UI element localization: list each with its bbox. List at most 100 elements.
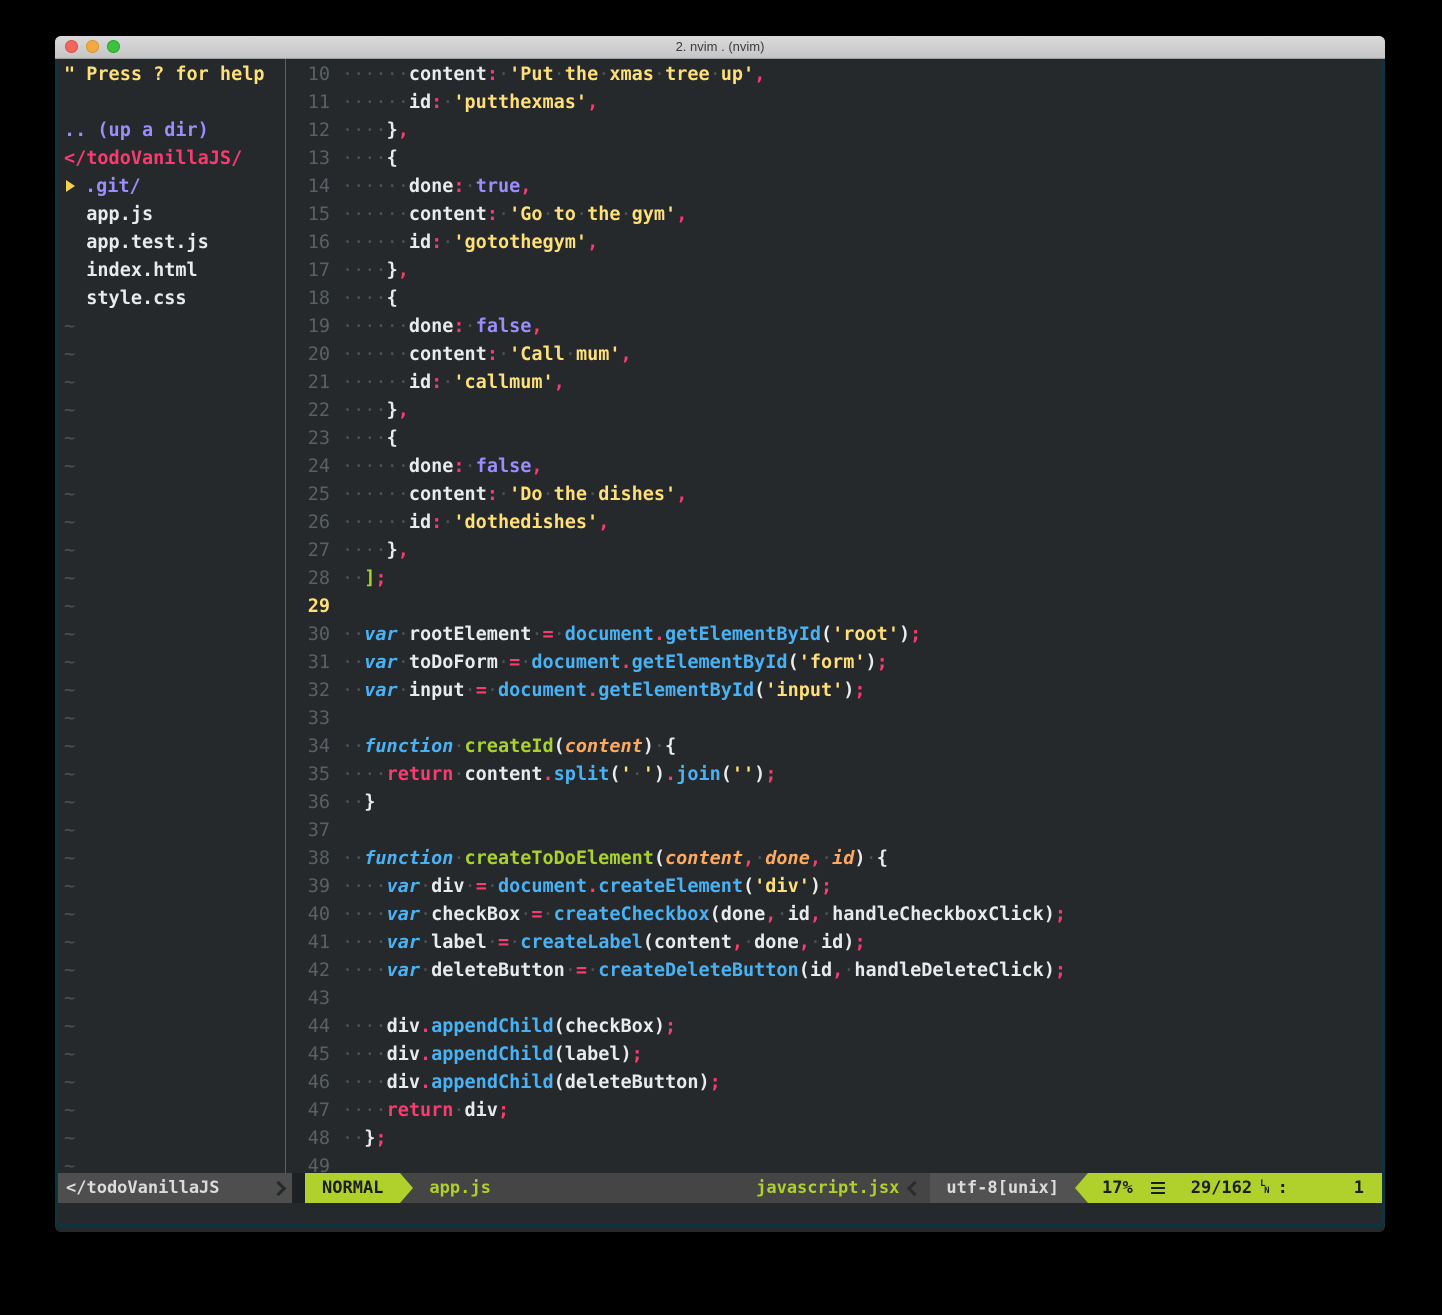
code-token: ······content [342, 344, 487, 365]
code-token: ······content [342, 484, 487, 505]
code-line[interactable]: 17····}, [286, 257, 1382, 285]
code-line[interactable]: 49 [286, 1153, 1382, 1173]
titlebar[interactable]: 2. nvim . (nvim) [55, 36, 1385, 59]
empty-line-tilde: ~ [64, 369, 285, 397]
code-line[interactable]: 27····}, [286, 537, 1382, 565]
code-token: getElementById [598, 680, 754, 701]
code-line[interactable]: 28··]; [286, 565, 1382, 593]
code-token: getElementById [632, 652, 788, 673]
nerdtree-file-app-test-js[interactable]: app.test.js [64, 229, 285, 257]
terminal-window: 2. nvim . (nvim) " Press ? for help .. (u… [55, 36, 1385, 1232]
code-area[interactable]: 10······content:·'Put·the·xmas·tree·up',… [286, 59, 1382, 1173]
code-line[interactable]: 46····div.appendChild(deleteButton); [286, 1069, 1382, 1097]
empty-line-tilde: ~ [64, 1013, 285, 1041]
code-line[interactable]: 39····var·div·=·document.createElement('… [286, 873, 1382, 901]
code-line[interactable]: 15······content:·'Go·to·the·gym', [286, 201, 1382, 229]
nerdtree-dir-git[interactable]: .git/ [64, 173, 285, 201]
code-line[interactable]: 40····var·checkBox·=·createCheckbox(done… [286, 901, 1382, 929]
code-line[interactable]: 42····var·deleteButton·=·createDeleteBut… [286, 957, 1382, 985]
empty-line-tilde: ~ [64, 509, 285, 537]
code-line[interactable]: 18····{ [286, 285, 1382, 313]
code-line[interactable]: 32··var·input·=·document.getElementById(… [286, 677, 1382, 705]
code-token: var [387, 876, 420, 897]
code-line[interactable]: 38··function·createToDoElement(content,·… [286, 845, 1382, 873]
code-line[interactable]: 45····div.appendChild(label); [286, 1041, 1382, 1069]
empty-line-tilde: ~ [64, 733, 285, 761]
code-line[interactable]: 33 [286, 705, 1382, 733]
sidebar-item-label: .git/ [85, 176, 141, 197]
code-line[interactable]: 19······done:·false, [286, 313, 1382, 341]
code-token: ) [843, 680, 854, 701]
code-token: = [476, 876, 487, 897]
code-token: return [387, 764, 454, 785]
code-line[interactable]: 34··function·createId(content)·{ [286, 733, 1382, 761]
nerdtree-file-style-css[interactable]: style.css [64, 285, 285, 313]
code-token: · [520, 652, 531, 673]
nerdtree-sidebar[interactable]: " Press ? for help .. (up a dir)</todoVan… [58, 59, 285, 1173]
code-line[interactable]: 14······done:·true, [286, 173, 1382, 201]
statusline-tree-path: </todoVanillaJS [66, 1173, 273, 1203]
line-number: 48 [286, 1125, 342, 1153]
code-line[interactable]: 12····}, [286, 117, 1382, 145]
code-line[interactable]: 20······content:·'Call·mum', [286, 341, 1382, 369]
nerdtree-file-index-html[interactable]: index.html [64, 257, 285, 285]
command-line[interactable] [55, 1203, 1385, 1227]
code-line[interactable]: 47····return·div; [286, 1097, 1382, 1125]
code-token: , [743, 848, 754, 869]
nerdtree-up-dir[interactable]: .. (up a dir) [64, 117, 285, 145]
code-token: : [453, 316, 464, 337]
code-token: ····div [342, 1016, 420, 1037]
code-line[interactable]: 37 [286, 817, 1382, 845]
code-token: ·false [465, 456, 532, 477]
code-token: . [654, 624, 665, 645]
cursor-line-of-total: 29/162 [1191, 1178, 1252, 1198]
code-line[interactable]: 23····{ [286, 425, 1382, 453]
code-token: ( [799, 960, 810, 981]
code-token: , [398, 540, 409, 561]
code-line[interactable]: 43 [286, 985, 1382, 1013]
code-token: , [676, 484, 687, 505]
code-token: ·'callmum' [442, 372, 553, 393]
code-token: createLabel [520, 932, 643, 953]
code-line[interactable]: 26······id:·'dothedishes', [286, 509, 1382, 537]
code-token: ; [665, 1016, 676, 1037]
scroll-percent: 17% [1102, 1178, 1133, 1198]
sidebar-item-label: " Press ? for help [64, 64, 264, 85]
dir-collapsed-arrow-icon[interactable] [66, 180, 75, 192]
code-line[interactable]: 44····div.appendChild(checkBox); [286, 1013, 1382, 1041]
code-line[interactable]: 31··var·toDoForm·=·document.getElementBy… [286, 649, 1382, 677]
code-token: ······id [342, 372, 431, 393]
code-line[interactable]: 16······id:·'gotothegym', [286, 229, 1382, 257]
sidebar-item-label: style.css [64, 288, 187, 309]
code-token: ; [910, 624, 921, 645]
code-token: deleteButton [565, 1072, 699, 1093]
code-token: ) [1044, 960, 1055, 981]
code-token: ( [754, 680, 765, 701]
code-line[interactable]: 24······done:·false, [286, 453, 1382, 481]
code-token: ···· [342, 904, 387, 925]
empty-line-tilde: ~ [64, 313, 285, 341]
code-line[interactable]: 35····return·content.split('·').join('')… [286, 761, 1382, 789]
code-token: : [431, 512, 442, 533]
code-line[interactable]: 41····var·label·=·createLabel(content,·d… [286, 929, 1382, 957]
code-line[interactable]: 36··} [286, 789, 1382, 817]
code-line[interactable]: 29 [286, 593, 1382, 621]
empty-line-tilde: ~ [64, 1125, 285, 1153]
nerdtree-root-path[interactable]: </todoVanillaJS/ [64, 145, 285, 173]
code-line[interactable]: 30··var·rootElement·=·document.getElemen… [286, 621, 1382, 649]
code-token: ) [899, 624, 910, 645]
code-line[interactable]: 25······content:·'Do·the·dishes', [286, 481, 1382, 509]
statusline: </todoVanillaJS NORMAL app.js javascript… [58, 1173, 1382, 1203]
nerdtree-file-app-js[interactable]: app.js [64, 201, 285, 229]
code-line[interactable]: 11······id:·'putthexmas', [286, 89, 1382, 117]
code-line[interactable]: 22····}, [286, 397, 1382, 425]
empty-line-tilde: ~ [64, 537, 285, 565]
code-token: ·content [453, 764, 542, 785]
code-line[interactable]: 13····{ [286, 145, 1382, 173]
code-line[interactable]: 10······content:·'Put·the·xmas·tree·up', [286, 61, 1382, 89]
code-token: ······id [342, 512, 431, 533]
code-line[interactable]: 21······id:·'callmum', [286, 369, 1382, 397]
line-number: 33 [286, 705, 342, 733]
sidebar-item-label: index.html [64, 260, 198, 281]
code-line[interactable]: 48··}; [286, 1125, 1382, 1153]
